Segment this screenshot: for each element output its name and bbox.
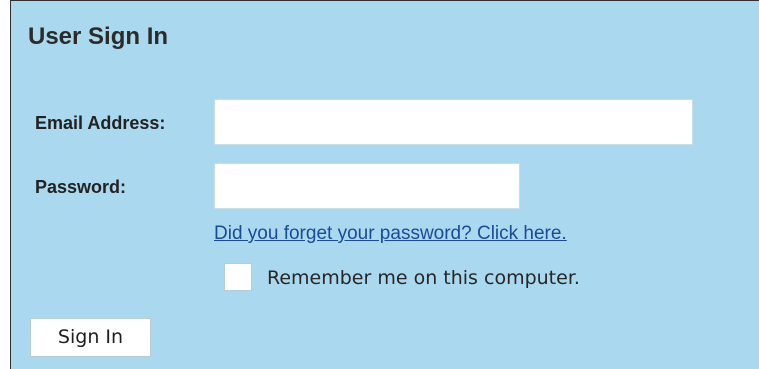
remember-me-label: Remember me on this computer. <box>267 267 580 289</box>
sign-in-button[interactable]: Sign In <box>30 318 151 357</box>
password-label: Password: <box>35 177 127 197</box>
panel-title: User Sign In <box>28 23 169 50</box>
password-field[interactable] <box>214 163 520 209</box>
email-field[interactable] <box>214 99 693 145</box>
remember-me-checkbox[interactable] <box>224 263 252 291</box>
sign-in-panel: User Sign In Email Address: Password: Di… <box>10 0 759 369</box>
email-label: Email Address: <box>35 113 166 133</box>
forgot-password-link[interactable]: Did you forget your password? Click here… <box>214 223 567 245</box>
